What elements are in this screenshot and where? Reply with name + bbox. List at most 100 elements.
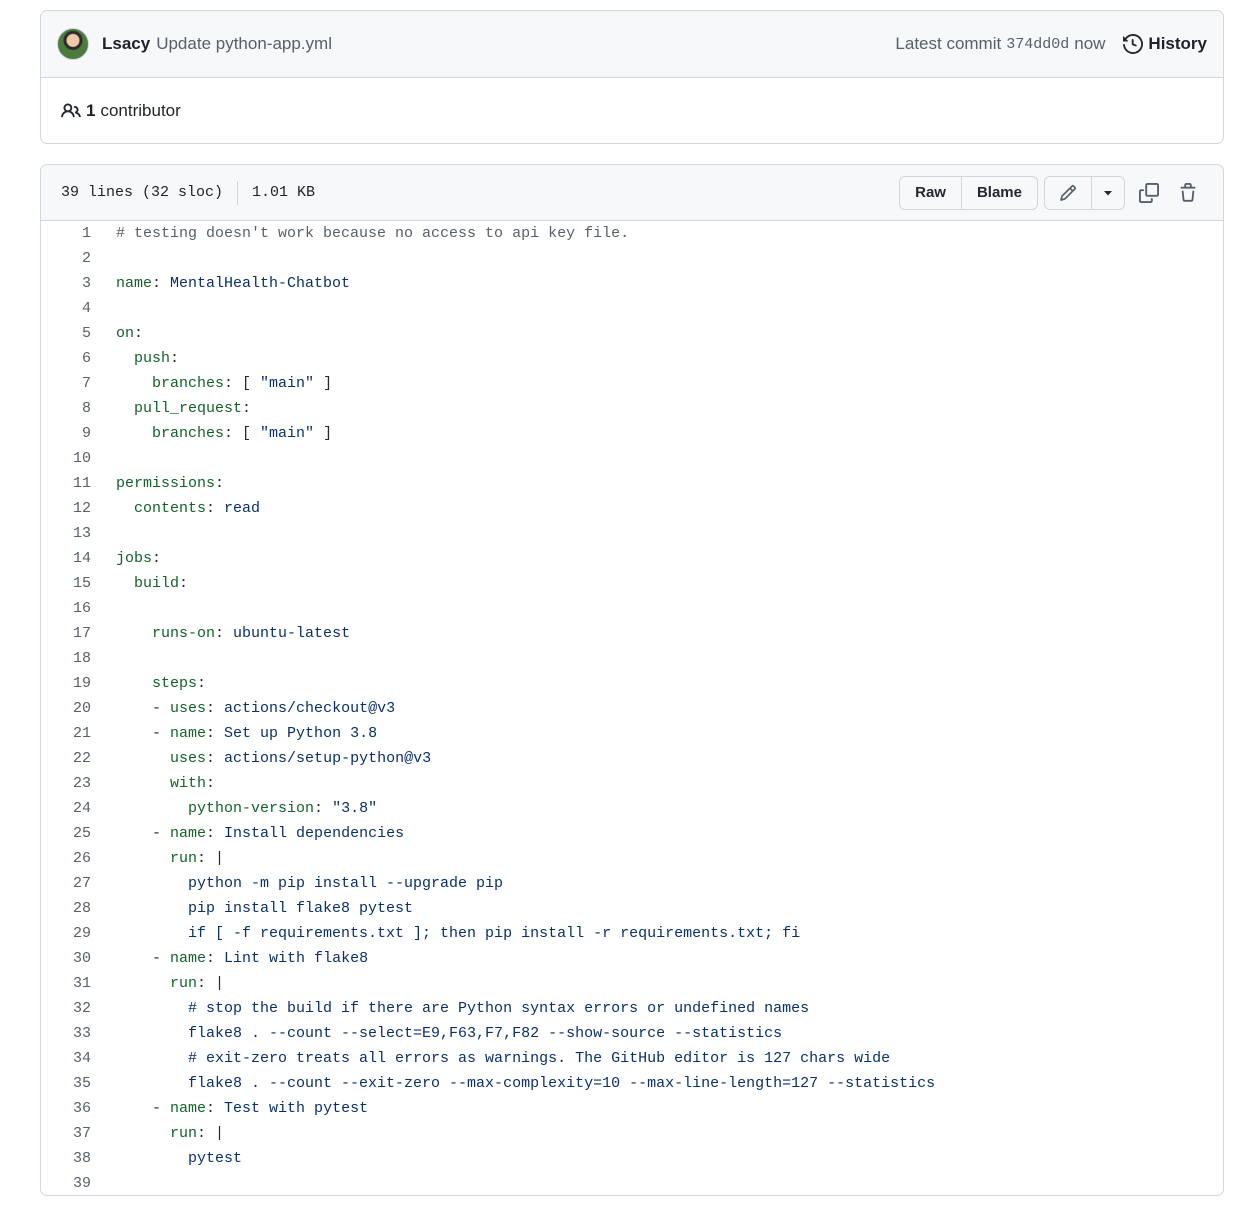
commit-sha[interactable]: 374dd0d <box>1006 36 1069 53</box>
line-content: - name: Install dependencies <box>116 825 404 842</box>
line-number[interactable]: 29 <box>41 925 116 942</box>
line-number[interactable]: 20 <box>41 700 116 717</box>
code-token: : [ <box>224 375 261 392</box>
line-number[interactable]: 2 <box>41 250 116 267</box>
line-number[interactable]: 1 <box>41 225 116 242</box>
code-token: - <box>116 700 171 717</box>
copy-icon <box>1138 182 1159 203</box>
code-line: 5 on: <box>41 321 1223 346</box>
line-number[interactable]: 5 <box>41 325 116 342</box>
code-line: 23 with: <box>41 771 1223 796</box>
code-line: 3 name: MentalHealth-Chatbot <box>41 271 1223 296</box>
line-number[interactable]: 23 <box>41 775 116 792</box>
code-token: on <box>116 325 135 342</box>
code-line: 2 <box>41 246 1223 271</box>
line-content: pull_request: <box>116 400 251 417</box>
code-line: 36 - name: Test with pytest <box>41 1096 1223 1121</box>
code-token: # testing doesn't work because no access… <box>116 225 630 242</box>
line-number[interactable]: 25 <box>41 825 116 842</box>
line-number[interactable]: 22 <box>41 750 116 767</box>
line-number[interactable]: 16 <box>41 600 116 617</box>
line-content: branches: [ "main" ] <box>116 375 332 392</box>
code-token: runs-on <box>152 625 216 642</box>
line-number[interactable]: 32 <box>41 1000 116 1017</box>
line-number[interactable]: 30 <box>41 950 116 967</box>
line-number[interactable]: 34 <box>41 1050 116 1067</box>
line-number[interactable]: 12 <box>41 500 116 517</box>
line-number[interactable]: 15 <box>41 575 116 592</box>
code-line: 14 jobs: <box>41 546 1223 571</box>
code-token: Lint with flake8 <box>224 950 369 967</box>
history-icon <box>1123 34 1144 54</box>
line-number[interactable]: 7 <box>41 375 116 392</box>
line-number[interactable]: 11 <box>41 475 116 492</box>
line-content: on: <box>116 325 143 342</box>
edit-button[interactable] <box>1045 177 1091 209</box>
line-number[interactable]: 33 <box>41 1025 116 1042</box>
commit-message[interactable]: Update python-app.yml <box>156 34 332 54</box>
code-token: uses <box>170 700 207 717</box>
code-token: permissions <box>116 475 216 492</box>
line-number[interactable]: 4 <box>41 300 116 317</box>
line-number[interactable]: 39 <box>41 1175 116 1192</box>
line-number[interactable]: 21 <box>41 725 116 742</box>
line-number[interactable]: 38 <box>41 1150 116 1167</box>
code-token: ] <box>314 375 333 392</box>
contributors[interactable]: 1 contributor <box>41 78 1223 144</box>
blame-button[interactable]: Blame <box>960 176 1037 209</box>
line-number[interactable]: 18 <box>41 650 116 667</box>
line-number[interactable]: 37 <box>41 1125 116 1142</box>
code-token: Set up Python 3.8 <box>224 725 378 742</box>
code-token: contents <box>134 500 207 517</box>
line-number[interactable]: 13 <box>41 525 116 542</box>
code-token: branches <box>152 375 225 392</box>
code-token: # exit-zero treats all errors as warning… <box>116 1050 891 1067</box>
delete-button[interactable] <box>1168 176 1207 210</box>
code-token: Install dependencies <box>224 825 405 842</box>
line-number[interactable]: 31 <box>41 975 116 992</box>
line-number[interactable]: 26 <box>41 850 116 867</box>
code-token: : <box>206 750 225 767</box>
latest-commit-label: Latest commit <box>895 34 1002 53</box>
code-line: 22 uses: actions/setup-python@v3 <box>41 746 1223 771</box>
code-line: 16 <box>41 596 1223 621</box>
line-number[interactable]: 6 <box>41 350 116 367</box>
line-number[interactable]: 19 <box>41 675 116 692</box>
line-number[interactable]: 36 <box>41 1100 116 1117</box>
line-number[interactable]: 17 <box>41 625 116 642</box>
code-token: pytest <box>116 1150 243 1167</box>
code-token: "main" <box>260 425 315 442</box>
line-number[interactable]: 28 <box>41 900 116 917</box>
history-button[interactable]: History <box>1123 34 1207 54</box>
line-number[interactable]: 3 <box>41 275 116 292</box>
code-line: 28 pip install flake8 pytest <box>41 896 1223 921</box>
avatar[interactable] <box>57 28 89 60</box>
commit-author[interactable]: Lsacy <box>102 34 150 54</box>
line-number[interactable]: 27 <box>41 875 116 892</box>
line-number[interactable]: 8 <box>41 400 116 417</box>
line-content: - name: Lint with flake8 <box>116 950 368 967</box>
code-token: : | <box>197 850 225 867</box>
line-content: # testing doesn't work because no access… <box>116 225 629 242</box>
code-line: 4 <box>41 296 1223 321</box>
line-number[interactable]: 24 <box>41 800 116 817</box>
line-number[interactable]: 10 <box>41 450 116 467</box>
code-token: push <box>134 350 171 367</box>
line-number[interactable]: 35 <box>41 1075 116 1092</box>
copy-button[interactable] <box>1129 176 1168 210</box>
code-token: "main" <box>260 375 315 392</box>
edit-dropdown-button[interactable] <box>1091 176 1124 209</box>
code-token: : <box>206 725 225 742</box>
code-line: 10 <box>41 446 1223 471</box>
line-number[interactable]: 9 <box>41 425 116 442</box>
code-line: 24 python-version: "3.8" <box>41 796 1223 821</box>
line-number[interactable]: 14 <box>41 550 116 567</box>
raw-button[interactable]: Raw <box>900 177 961 209</box>
code-line: 26 run: | <box>41 846 1223 871</box>
